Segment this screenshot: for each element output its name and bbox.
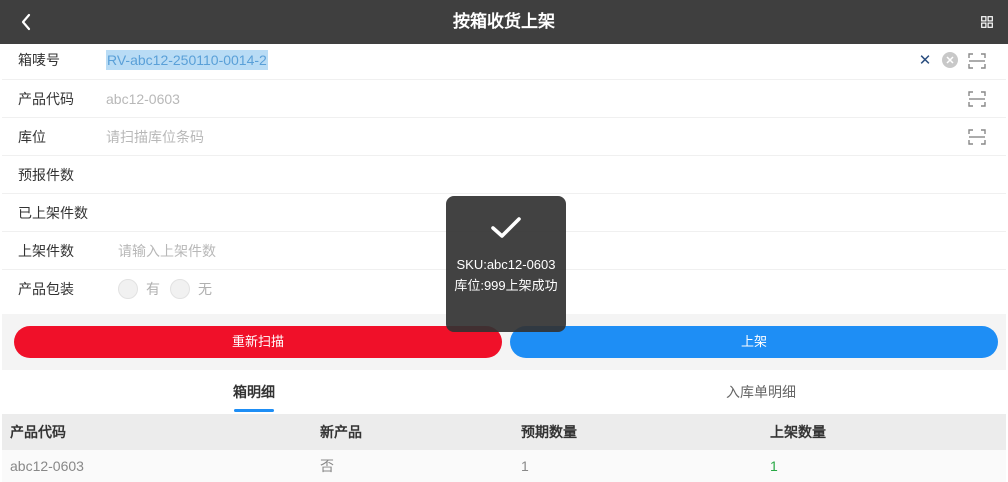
table-row: abc12-0603 否 1 1: [2, 450, 1006, 482]
page-title: 按箱收货上架: [453, 12, 555, 31]
detail-tabs: 箱明细 入库单明细: [2, 370, 1006, 414]
back-button[interactable]: [14, 10, 38, 34]
expected-qty-label: 预报件数: [18, 167, 74, 183]
scan-icon[interactable]: [968, 129, 986, 145]
packaging-radio-group: 有 无: [118, 270, 222, 308]
scan-icon[interactable]: [968, 91, 986, 107]
scan-icon[interactable]: [968, 53, 986, 69]
shelved-qty-label: 已上架件数: [18, 205, 88, 221]
column-header: 预期数量: [521, 424, 577, 440]
menu-button[interactable]: [978, 13, 996, 31]
product-code-label: 产品代码: [18, 91, 74, 107]
tab-box-detail[interactable]: 箱明细: [214, 370, 294, 414]
rescan-button[interactable]: 重新扫描: [14, 326, 502, 358]
box-no-input[interactable]: RV-abc12-250110-0014-2: [106, 50, 268, 70]
location-label: 库位: [18, 129, 46, 145]
radio-label: 有: [146, 281, 160, 297]
success-toast: SKU:abc12-0603库位:999上架成功: [446, 196, 566, 332]
nav-bar: 按箱收货上架: [0, 0, 1008, 44]
table-header: 产品代码 新产品 预期数量 上架数量: [2, 414, 1006, 450]
table-cell: abc12-0603: [10, 458, 84, 474]
shelve-qty-label: 上架件数: [18, 243, 74, 259]
clear-icon[interactable]: ✕: [918, 52, 932, 70]
box-no-label: 箱唛号: [18, 52, 60, 68]
radio-label: 无: [198, 281, 212, 297]
tab-label: 箱明细: [233, 384, 275, 400]
location-row: 库位: [2, 118, 1006, 156]
checkmark-icon: [491, 217, 521, 238]
radio-circle: [118, 279, 138, 299]
tab-active-indicator: [234, 409, 274, 412]
packaging-radio-no[interactable]: 无: [170, 279, 212, 299]
chevron-left-icon: [21, 13, 31, 31]
shelve-qty-input[interactable]: [118, 240, 418, 262]
location-input[interactable]: [106, 126, 706, 148]
box-no-row: 箱唛号 RV-abc12-250110-0014-2 ✕: [2, 44, 1006, 80]
column-header: 产品代码: [10, 424, 66, 440]
column-header: 上架数量: [770, 424, 826, 440]
packaging-radio-yes[interactable]: 有: [118, 279, 160, 299]
tab-label: 入库单明细: [726, 384, 796, 400]
expected-qty-row: 预报件数: [2, 156, 1006, 194]
packaging-label: 产品包装: [18, 281, 74, 297]
tab-inbound-detail[interactable]: 入库单明细: [706, 370, 816, 414]
toast-message: SKU:abc12-0603库位:999上架成功: [454, 257, 558, 293]
clear-circle-icon[interactable]: [942, 52, 958, 68]
radio-circle: [170, 279, 190, 299]
product-code-input[interactable]: [106, 88, 706, 110]
table-cell: 1: [770, 458, 778, 474]
product-code-row: 产品代码: [2, 80, 1006, 118]
shelve-button[interactable]: 上架: [510, 326, 998, 358]
table-cell: 否: [320, 458, 334, 474]
detail-table: 产品代码 新产品 预期数量 上架数量 abc12-0603 否 1 1: [2, 414, 1006, 482]
grid-menu-icon: [981, 16, 993, 28]
table-cell: 1: [521, 458, 529, 474]
column-header: 新产品: [320, 424, 362, 440]
